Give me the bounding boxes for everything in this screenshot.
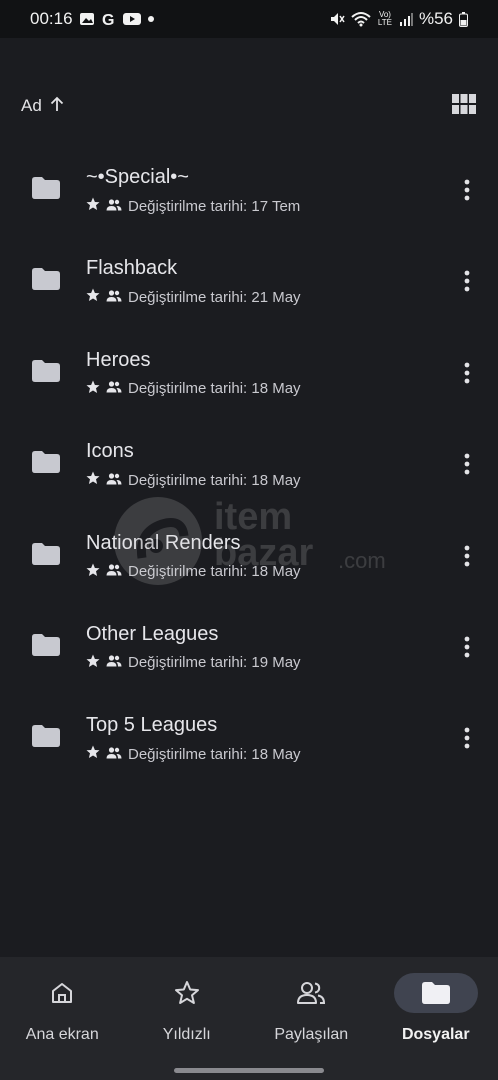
item-meta: Değiştirilme tarihi: 18 May xyxy=(86,563,301,581)
more-options-icon[interactable] xyxy=(458,268,476,294)
sort-by-name-button[interactable]: Ad xyxy=(21,96,64,117)
item-text: National Renders Değiştirilme tarihi: 18… xyxy=(86,531,301,581)
home-indicator[interactable] xyxy=(174,1068,324,1073)
shared-icon xyxy=(106,198,122,215)
shared-icon xyxy=(106,380,122,397)
shared-icon xyxy=(106,654,122,671)
item-modified: Değiştirilme tarihi: 17 Tem xyxy=(128,197,301,215)
item-meta: Değiştirilme tarihi: 17 Tem xyxy=(86,197,300,215)
item-name: Heroes xyxy=(86,348,151,371)
starred-icon xyxy=(86,654,100,672)
nav-starred-label: Yıldızlı xyxy=(162,1026,211,1043)
status-time: 00:16 xyxy=(30,9,73,28)
sort-bar: Ad xyxy=(0,88,498,124)
star-icon xyxy=(145,973,229,1013)
status-left: 00:16 G xyxy=(30,9,155,29)
dot-icon xyxy=(147,15,155,23)
status-right: Vo) LTE %56 xyxy=(329,9,468,29)
svg-text:G: G xyxy=(102,12,114,27)
starred-icon xyxy=(86,563,100,581)
file-list: ~•Special•~ Değiştirilme tarihi: 17 Tem … xyxy=(0,145,498,785)
bottom-nav: Ana ekran Yıldızlı Paylaşılan Dosyalar xyxy=(0,957,498,1080)
item-text: Flashback Değiştirilme tarihi: 21 May xyxy=(86,256,301,306)
more-options-icon[interactable] xyxy=(458,725,476,751)
folder-icon xyxy=(32,451,60,478)
file-row-3[interactable]: Icons Değiştirilme tarihi: 18 May xyxy=(0,419,498,510)
item-modified: Değiştirilme tarihi: 18 May xyxy=(128,563,301,581)
shared-icon xyxy=(106,563,122,580)
folder-icon xyxy=(32,177,60,204)
folder-icon xyxy=(32,633,60,661)
item-meta: Değiştirilme tarihi: 18 May xyxy=(86,745,301,763)
folder-icon xyxy=(393,973,478,1013)
nav-home-label: Ana ekran xyxy=(25,1026,99,1043)
grid-view-icon[interactable] xyxy=(452,93,476,119)
youtube-icon xyxy=(122,12,141,26)
item-name: National Renders xyxy=(86,531,241,554)
item-name: Flashback xyxy=(86,257,178,280)
item-modified: Değiştirilme tarihi: 18 May xyxy=(128,471,301,489)
more-options-icon[interactable] xyxy=(458,634,476,660)
item-modified: Değiştirilme tarihi: 21 May xyxy=(128,288,301,306)
google-icon: G xyxy=(101,11,117,27)
file-row-0[interactable]: ~•Special•~ Değiştirilme tarihi: 17 Tem xyxy=(0,145,498,236)
item-text: Other Leagues Değiştirilme tarihi: 19 Ma… xyxy=(86,622,301,672)
wifi-icon xyxy=(351,11,371,27)
item-meta: Değiştirilme tarihi: 21 May xyxy=(86,288,301,306)
people-icon xyxy=(269,973,353,1013)
file-row-5[interactable]: Other Leagues Değiştirilme tarihi: 19 Ma… xyxy=(0,602,498,693)
folder-icon xyxy=(32,268,60,295)
starred-icon xyxy=(86,197,100,215)
item-meta: Değiştirilme tarihi: 18 May xyxy=(86,471,301,489)
item-name: ~•Special•~ xyxy=(86,166,189,188)
item-meta: Değiştirilme tarihi: 19 May xyxy=(86,654,301,672)
item-name: Other Leagues xyxy=(86,622,219,645)
folder-icon xyxy=(32,725,60,752)
item-text: ~•Special•~ Değiştirilme tarihi: 17 Tem xyxy=(86,165,300,215)
gallery-icon xyxy=(79,11,95,27)
item-name: Icons xyxy=(86,440,134,463)
item-modified: Değiştirilme tarihi: 19 May xyxy=(128,654,301,672)
folder-icon xyxy=(32,359,60,387)
mute-icon xyxy=(329,11,345,27)
nav-files[interactable]: Dosyalar xyxy=(374,957,498,1080)
status-bar: 00:16 G Vo) LTE %56 xyxy=(0,0,498,38)
item-meta: Değiştirilme tarihi: 18 May xyxy=(86,380,301,398)
more-options-icon[interactable] xyxy=(458,451,476,477)
nav-home[interactable]: Ana ekran xyxy=(0,957,125,1080)
item-text: Top 5 Leagues Değiştirilme tarihi: 18 Ma… xyxy=(86,713,301,763)
file-row-1[interactable]: Flashback Değiştirilme tarihi: 21 May xyxy=(0,236,498,327)
file-row-4[interactable]: National Renders Değiştirilme tarihi: 18… xyxy=(0,511,498,602)
nav-shared[interactable]: Paylaşılan xyxy=(249,957,374,1080)
starred-icon xyxy=(86,745,100,763)
file-row-2[interactable]: Heroes Değiştirilme tarihi: 18 May xyxy=(0,328,498,419)
shared-icon xyxy=(106,472,122,489)
more-options-icon[interactable] xyxy=(458,360,476,386)
shared-icon xyxy=(106,746,122,763)
arrow-up-icon xyxy=(50,96,64,117)
folder-icon xyxy=(32,542,60,570)
starred-icon xyxy=(86,380,100,398)
item-modified: Değiştirilme tarihi: 18 May xyxy=(128,380,301,398)
more-options-icon[interactable] xyxy=(458,177,476,203)
item-text: Icons Değiştirilme tarihi: 18 May xyxy=(86,439,301,489)
volte-icon: Vo) LTE xyxy=(377,10,392,27)
file-row-6[interactable]: Top 5 Leagues Değiştirilme tarihi: 18 Ma… xyxy=(0,693,498,784)
signal-icon xyxy=(399,12,413,26)
starred-icon xyxy=(86,288,100,306)
more-options-icon[interactable] xyxy=(458,543,476,569)
starred-icon xyxy=(86,471,100,489)
nav-starred[interactable]: Yıldızlı xyxy=(125,957,250,1080)
battery-percent: %56 xyxy=(418,9,453,28)
item-name: Top 5 Leagues xyxy=(86,714,218,737)
item-modified: Değiştirilme tarihi: 18 May xyxy=(128,745,301,763)
item-text: Heroes Değiştirilme tarihi: 18 May xyxy=(86,348,301,398)
battery-icon xyxy=(459,11,468,27)
nav-shared-label: Paylaşılan xyxy=(274,1026,349,1043)
sort-label: Ad xyxy=(21,96,42,115)
home-icon xyxy=(20,973,104,1013)
nav-files-label: Dosyalar xyxy=(401,1026,470,1043)
shared-icon xyxy=(106,289,122,306)
